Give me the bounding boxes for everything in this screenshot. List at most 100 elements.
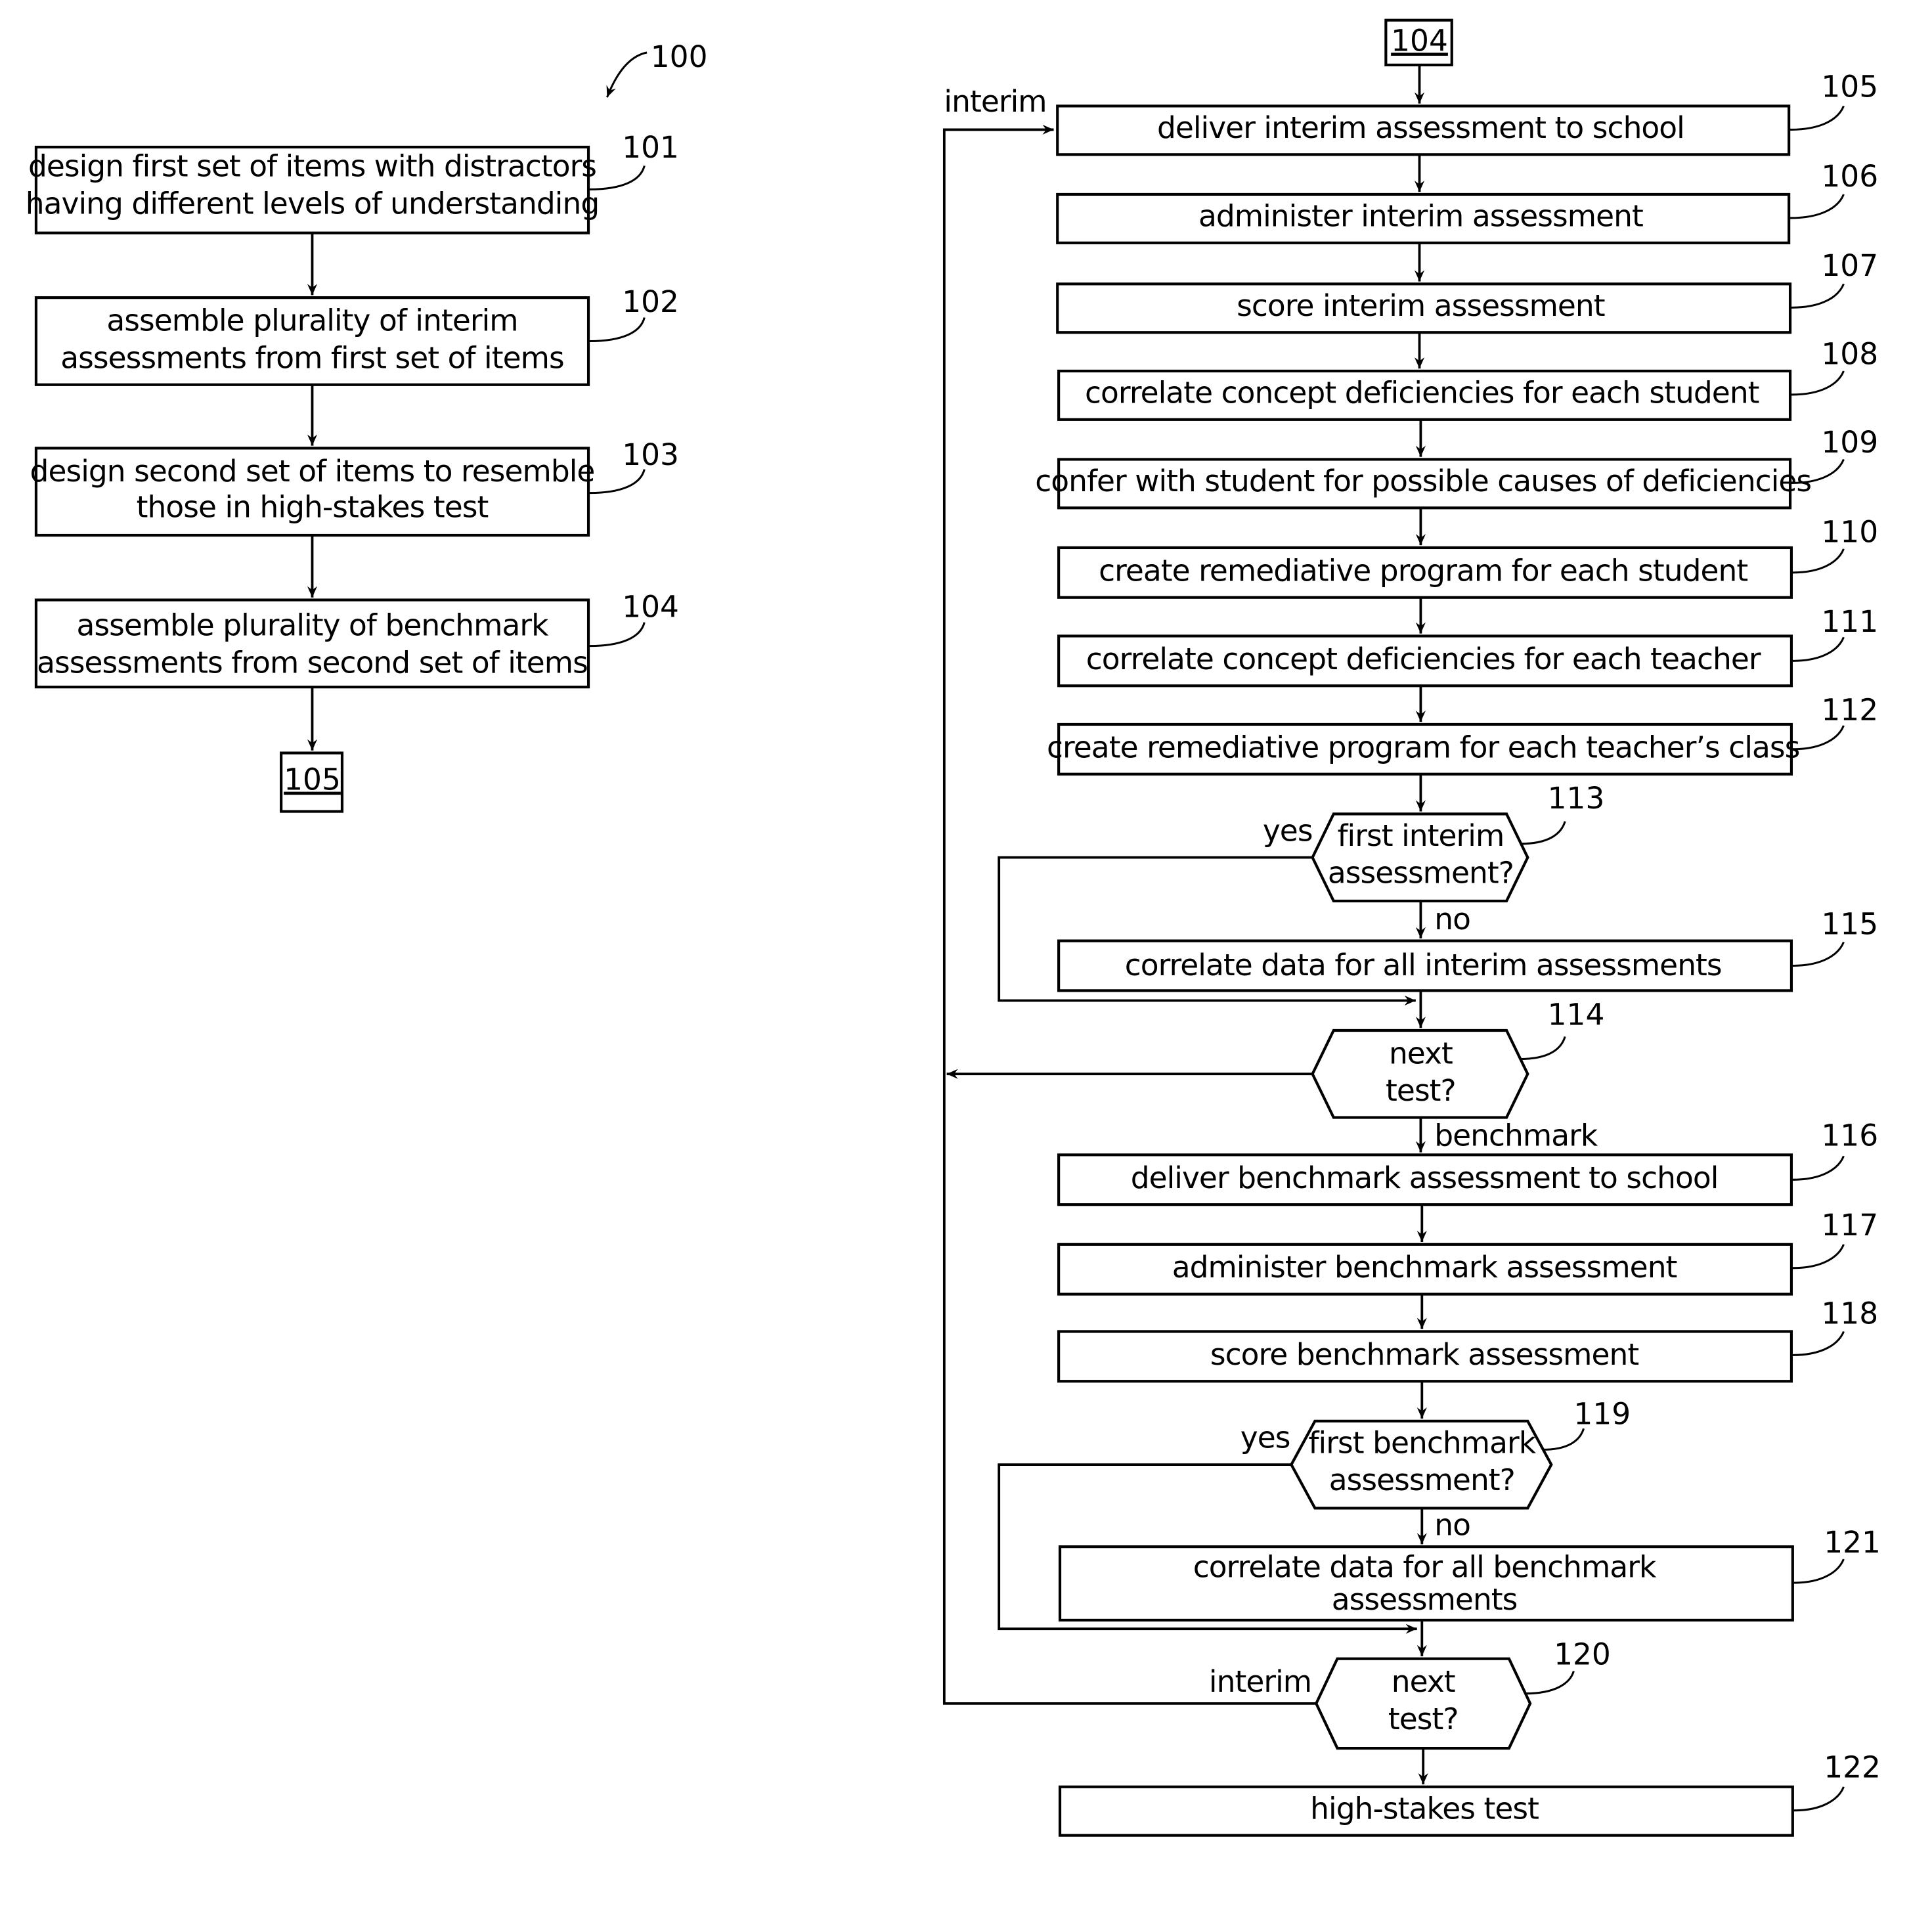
leader-line bbox=[1791, 283, 1845, 309]
leader-line bbox=[1791, 370, 1845, 396]
step-text: correlate concept deficiencies for each … bbox=[1086, 642, 1761, 676]
left-flow: design first set of items with distracto… bbox=[26, 130, 679, 813]
decision-ref-number: 113 bbox=[1548, 781, 1605, 816]
step-text: correlate data for all benchmark bbox=[1193, 1550, 1657, 1585]
leader-line bbox=[1525, 1671, 1575, 1695]
decision-text: next bbox=[1392, 1664, 1455, 1699]
step-text: design second set of items to resemble bbox=[30, 454, 595, 489]
step-ref-number: 101 bbox=[622, 130, 679, 165]
decision-text: first benchmark bbox=[1308, 1425, 1536, 1460]
no-label: no bbox=[1434, 902, 1470, 937]
step-ref-number: 104 bbox=[622, 589, 679, 624]
step-text: correlate concept deficiencies for each … bbox=[1085, 375, 1759, 410]
step-122: high-stakes test 122 bbox=[1058, 1750, 1881, 1837]
step-text: assessments from first set of items bbox=[60, 340, 563, 375]
step-text: create remediative program for each teac… bbox=[1047, 730, 1799, 764]
decision-text: next bbox=[1389, 1036, 1453, 1070]
benchmark-label: benchmark bbox=[1434, 1118, 1598, 1153]
decision-text: assessment? bbox=[1329, 1463, 1515, 1497]
figure-reference: 100 bbox=[606, 39, 708, 98]
step-text: administer interim assessment bbox=[1198, 198, 1643, 233]
leader-line bbox=[1792, 548, 1845, 574]
entry-connector: 104 bbox=[1384, 18, 1453, 67]
yes-label: yes bbox=[1240, 1421, 1290, 1455]
step-ref-number: 105 bbox=[1821, 69, 1878, 104]
step-text: those in high-stakes test bbox=[137, 490, 489, 525]
no-label: no bbox=[1434, 1507, 1470, 1542]
step-101: design first set of items with distracto… bbox=[26, 130, 679, 234]
yes-label: yes bbox=[1263, 813, 1313, 848]
leader-line bbox=[1520, 821, 1566, 845]
step-text: correlate data for all interim assessmen… bbox=[1125, 948, 1722, 982]
leader-line bbox=[1520, 1036, 1566, 1061]
decision-text: first interim bbox=[1338, 818, 1504, 853]
step-110: create remediative program for each stud… bbox=[1057, 515, 1878, 599]
figure-number: 100 bbox=[651, 39, 708, 74]
leader-line bbox=[1792, 1155, 1845, 1181]
decision-119: first benchmark assessment? 119 yes no bbox=[1240, 1397, 1631, 1543]
step-ref-number: 115 bbox=[1821, 906, 1878, 941]
step-107: score interim assessment 107 bbox=[1056, 248, 1878, 334]
leader-line bbox=[1793, 1558, 1845, 1584]
connector-label: 104 bbox=[1391, 23, 1448, 58]
step-ref-number: 121 bbox=[1824, 1525, 1881, 1560]
step-112: create remediative program for each teac… bbox=[1047, 693, 1878, 776]
step-104: assemble plurality of benchmark assessme… bbox=[34, 589, 679, 689]
leader-line bbox=[1792, 725, 1845, 751]
step-text: high-stakes test bbox=[1310, 1791, 1539, 1826]
step-103: design second set of items to resemble t… bbox=[30, 437, 679, 537]
step-text: assemble plurality of benchmark bbox=[76, 608, 549, 643]
leader-line bbox=[1792, 1331, 1845, 1356]
step-ref-number: 117 bbox=[1821, 1208, 1878, 1243]
step-106: administer interim assessment 106 bbox=[1056, 159, 1878, 244]
step-text: score interim assessment bbox=[1237, 288, 1605, 323]
loop-label: interim bbox=[944, 84, 1046, 119]
decision-text: test? bbox=[1386, 1073, 1456, 1108]
decision-114: next test? 114 benchmark bbox=[1311, 998, 1605, 1153]
step-text: confer with student for possible causes … bbox=[1035, 464, 1811, 498]
step-ref-number: 112 bbox=[1821, 693, 1878, 728]
decision-text: test? bbox=[1388, 1702, 1459, 1736]
leader-line bbox=[589, 622, 646, 648]
step-text: assessments bbox=[1332, 1582, 1518, 1617]
leader-line bbox=[1792, 636, 1845, 662]
leader-line bbox=[1790, 105, 1845, 131]
step-109: confer with student for possible causes … bbox=[1035, 425, 1878, 510]
off-page-connector: 105 bbox=[280, 751, 344, 813]
step-117: administer benchmark assessment 117 bbox=[1057, 1208, 1878, 1296]
decision-ref-number: 114 bbox=[1548, 998, 1605, 1032]
step-text: assessments from second set of items bbox=[37, 646, 588, 680]
flowchart-figure: 100 design first set of items with distr… bbox=[26, 18, 1881, 1837]
step-108: correlate concept deficiencies for each … bbox=[1057, 337, 1878, 421]
step-text: administer benchmark assessment bbox=[1172, 1250, 1677, 1285]
step-ref-number: 122 bbox=[1824, 1750, 1881, 1785]
step-text: create remediative program for each stud… bbox=[1099, 553, 1747, 588]
decision-text: assessment? bbox=[1328, 856, 1514, 891]
step-ref-number: 111 bbox=[1821, 604, 1878, 639]
step-ref-number: 102 bbox=[622, 284, 679, 319]
step-ref-number: 106 bbox=[1821, 159, 1878, 194]
leader-line bbox=[1793, 1786, 1845, 1812]
right-flow: 104 interim deliver interim assessment t… bbox=[942, 18, 1881, 1837]
decision-113: first interim assessment? 113 yes no bbox=[1263, 781, 1605, 937]
step-118: score benchmark assessment 118 bbox=[1057, 1296, 1878, 1383]
interim-label: interim bbox=[1209, 1664, 1311, 1699]
step-ref-number: 108 bbox=[1821, 337, 1878, 372]
step-ref-number: 116 bbox=[1821, 1118, 1878, 1153]
step-text: deliver benchmark assessment to school bbox=[1131, 1160, 1719, 1195]
decision-ref-number: 120 bbox=[1554, 1637, 1611, 1671]
step-ref-number: 118 bbox=[1821, 1296, 1878, 1331]
step-text: having different levels of understanding bbox=[26, 186, 599, 221]
step-ref-number: 107 bbox=[1821, 248, 1878, 283]
leader-line bbox=[1792, 941, 1845, 967]
step-text: assemble plurality of interim bbox=[106, 303, 517, 338]
decision-120: next test? 120 interim bbox=[1209, 1637, 1611, 1750]
leader-line bbox=[1543, 1428, 1585, 1451]
step-text: design first set of items with distracto… bbox=[28, 149, 596, 184]
step-111: correlate concept deficiencies for each … bbox=[1057, 604, 1878, 688]
connector-label: 105 bbox=[284, 762, 341, 797]
step-105: deliver interim assessment to school 105 bbox=[1056, 69, 1878, 156]
leader-line bbox=[589, 317, 646, 342]
decision-ref-number: 119 bbox=[1573, 1397, 1631, 1432]
step-text: deliver interim assessment to school bbox=[1157, 110, 1684, 145]
